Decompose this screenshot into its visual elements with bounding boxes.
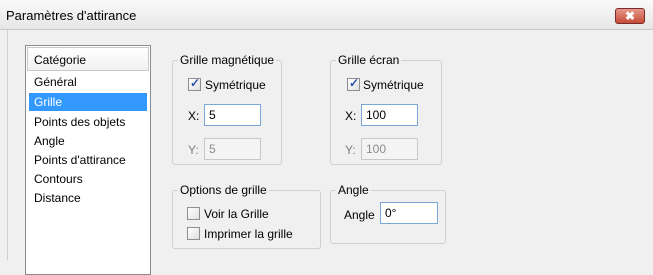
category-header[interactable]: Catégorie — [27, 47, 149, 71]
category-item-distance[interactable]: Distance — [29, 189, 147, 207]
print-grid-checkbox[interactable] — [187, 227, 200, 240]
screen-y-input[interactable]: 100 — [361, 138, 418, 160]
magnetic-grid-legend: Grille magnétique — [180, 53, 275, 67]
screen-x-label: X: — [345, 109, 357, 123]
magnetic-y-label: Y: — [188, 143, 199, 157]
category-header-label: Catégorie — [34, 53, 87, 67]
category-list[interactable]: Catégorie Général Grille Points des obje… — [25, 45, 151, 275]
show-grid-checkbox[interactable] — [187, 207, 200, 220]
screen-grid-legend: Grille écran — [338, 53, 400, 67]
category-item-angle[interactable]: Angle — [29, 132, 147, 150]
print-grid-label: Imprimer la grille — [204, 227, 293, 241]
screen-y-label: Y: — [345, 143, 356, 157]
magnetic-y-input[interactable]: 5 — [204, 138, 261, 160]
screen-symmetric-label: Symétrique — [363, 78, 424, 92]
screen-symmetric-checkbox[interactable]: ✓ — [347, 76, 360, 91]
check-icon: ✓ — [190, 76, 201, 90]
category-item-general[interactable]: Général — [29, 73, 147, 91]
category-item-grid[interactable]: Grille — [29, 93, 147, 111]
category-item-object-points[interactable]: Points des objets — [29, 113, 147, 131]
magnetic-symmetric-checkbox[interactable]: ✓ — [188, 76, 201, 91]
magnetic-x-input[interactable]: 5 — [204, 104, 261, 126]
category-item-snap-points[interactable]: Points d'attirance — [29, 151, 147, 169]
dialog-left-edge — [0, 30, 8, 260]
angle-legend: Angle — [338, 183, 369, 197]
angle-input[interactable]: 0° — [380, 202, 438, 224]
magnetic-symmetric-label: Symétrique — [205, 78, 266, 92]
title-bar: Paramètres d'attirance ✖ — [0, 0, 653, 30]
show-grid-label: Voir la Grille — [204, 207, 269, 221]
category-item-contours[interactable]: Contours — [29, 170, 147, 188]
angle-label: Angle — [344, 208, 375, 222]
close-icon: ✖ — [624, 9, 636, 23]
grid-options-legend: Options de grille — [180, 183, 267, 197]
window-title: Paramètres d'attirance — [6, 8, 137, 23]
check-icon: ✓ — [349, 76, 360, 90]
screen-x-input[interactable]: 100 — [361, 104, 418, 126]
magnetic-x-label: X: — [188, 109, 200, 123]
close-button[interactable]: ✖ — [615, 8, 645, 24]
